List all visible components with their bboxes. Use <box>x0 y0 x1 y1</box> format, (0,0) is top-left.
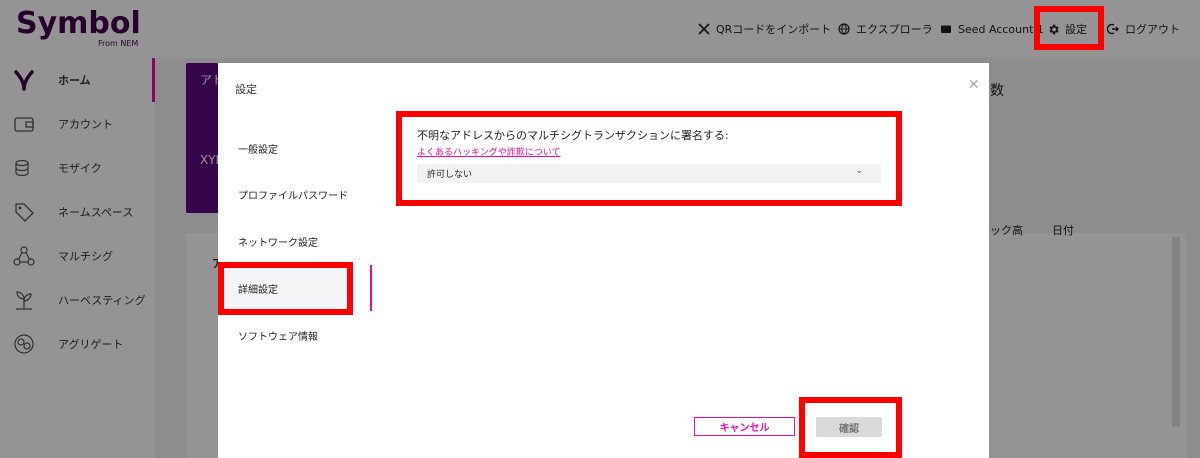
highlight-advanced-tab <box>218 262 353 315</box>
cancel-button[interactable]: キャンセル <box>694 417 795 436</box>
tab-network[interactable]: ネットワーク設定 <box>218 218 353 264</box>
active-tab-indicator <box>370 265 372 311</box>
close-icon[interactable]: ✕ <box>968 77 980 93</box>
modal-title: 設定 <box>235 83 257 96</box>
tab-software-info[interactable]: ソフトウェア情報 <box>218 312 353 358</box>
tab-profile-password[interactable]: プロファイルパスワード <box>218 171 353 217</box>
highlight-setting <box>396 111 902 206</box>
highlight-confirm <box>799 397 902 458</box>
tab-general[interactable]: 一般設定 <box>218 125 353 171</box>
highlight-settings <box>1034 6 1104 50</box>
